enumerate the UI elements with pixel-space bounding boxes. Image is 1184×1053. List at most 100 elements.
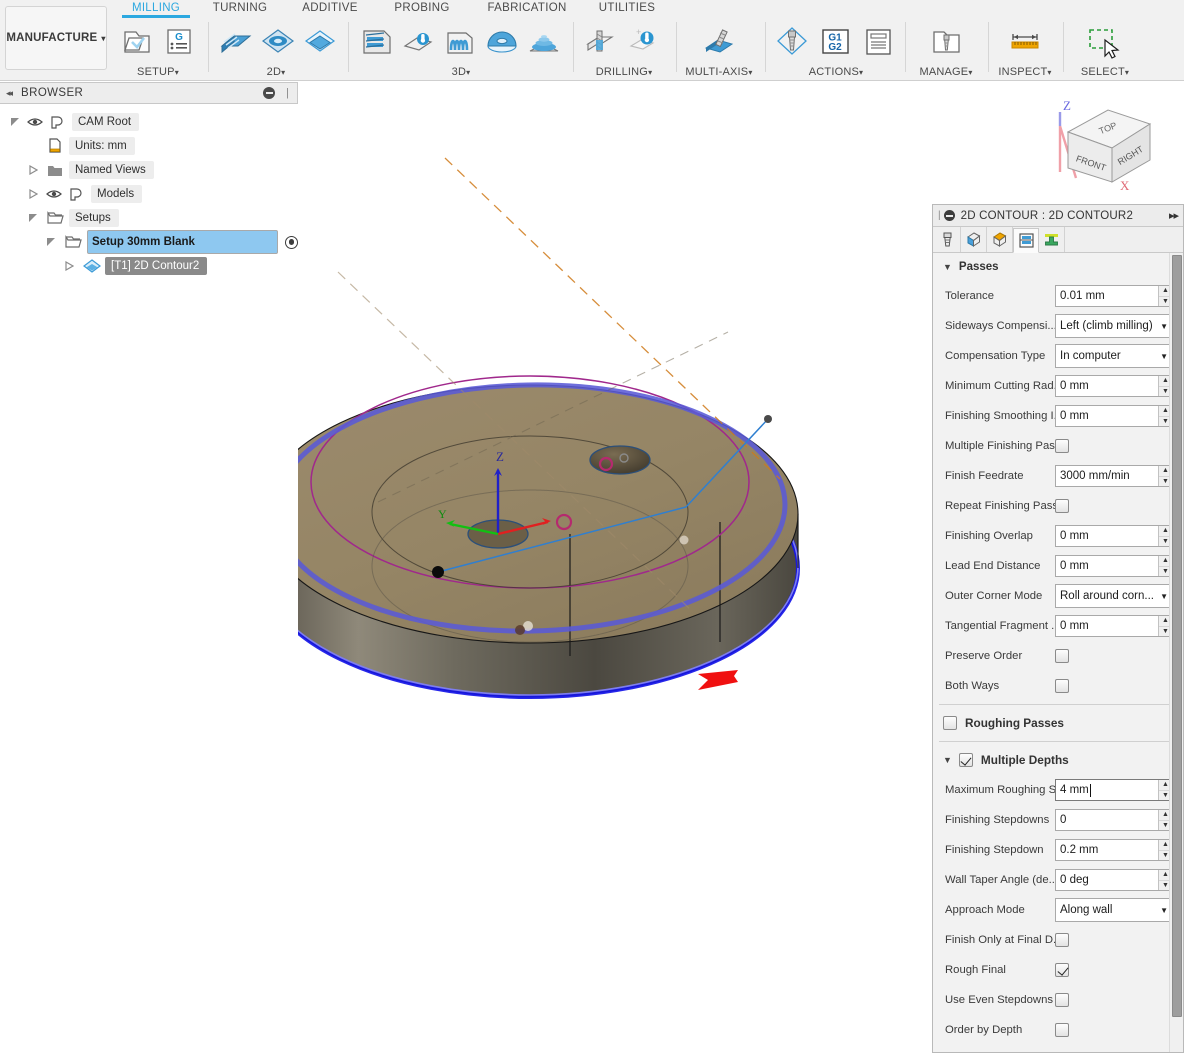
probe-icon[interactable]: + [622, 22, 662, 60]
input-finishing-overlap[interactable]: 0 mm ▲ ▼ [1055, 525, 1173, 547]
tree-item-named-views[interactable]: Named Views [0, 158, 298, 182]
probe-wcs-icon[interactable] [398, 22, 438, 60]
tree-item-cam-root[interactable]: CAM Root [0, 110, 298, 134]
tab-passes[interactable] [1013, 228, 1039, 253]
input-wall-taper-angle[interactable]: 0 deg ▲ ▼ [1055, 869, 1173, 891]
tab-tool[interactable] [935, 227, 961, 252]
panel-scrollbar-track[interactable] [1169, 253, 1183, 1052]
checkbox-preserve-order[interactable] [1055, 649, 1069, 663]
section-header-multiple-depths[interactable]: ▼ Multiple Depths [933, 745, 1183, 775]
tree-item-models[interactable]: Models [0, 182, 298, 206]
visibility-eye-icon[interactable] [46, 188, 62, 200]
checkbox-both-ways[interactable] [1055, 679, 1069, 693]
2d-adaptive-clearing-icon[interactable] [258, 22, 298, 60]
select-outer-corner-mode[interactable]: Roll around corn... ▼ [1055, 584, 1173, 608]
input-maximum-roughing-stepdown[interactable]: 4 mm ▲ ▼ [1055, 779, 1173, 801]
panel-expand-icon[interactable]: ▸▸ [1169, 209, 1179, 222]
drill-icon[interactable] [580, 22, 620, 60]
manual-nc-icon[interactable] [772, 22, 812, 60]
select-compensation-type[interactable]: In computer ▼ [1055, 344, 1173, 368]
tool-library-icon[interactable] [926, 22, 966, 60]
ribbon-divider [765, 22, 766, 72]
field-finishing-smoothing: Finishing Smoothing I... 0 mm ▲ ▼ [933, 401, 1183, 431]
panel-scrollbar-thumb[interactable] [1172, 255, 1182, 1017]
checkbox-repeat-finishing-pass[interactable] [1055, 499, 1069, 513]
input-lead-end-distance[interactable]: 0 mm ▲ ▼ [1055, 555, 1173, 577]
tree-item-setup-30mm-blank[interactable]: Setup 30mm Blank [0, 230, 298, 254]
browser-grip-icon[interactable]: | [286, 87, 289, 99]
value-tangential-fragment: 0 mm [1056, 616, 1158, 636]
select-sideways-compensation[interactable]: Left (climb milling) ▼ [1055, 314, 1173, 338]
input-minimum-cutting-radius[interactable]: 0 mm ▲ ▼ [1055, 375, 1173, 397]
field-finish-only-at-final-depth: Finish Only at Final D... [933, 925, 1183, 955]
label-order-by-depth: Order by Depth [945, 1024, 1023, 1036]
select-window-icon[interactable] [1081, 22, 1121, 60]
input-finishing-stepdown[interactable]: 0.2 mm ▲ ▼ [1055, 839, 1173, 861]
setup-active-radio[interactable] [285, 235, 298, 249]
browser-minimize-icon[interactable] [263, 87, 275, 99]
expand-triangle-down-icon[interactable] [10, 117, 20, 127]
tab-heights[interactable] [987, 227, 1013, 252]
expand-triangle-right-icon[interactable] [28, 189, 38, 199]
tab-utilities[interactable]: UTILITIES [588, 2, 666, 14]
panel-title-bar[interactable]: | 2D CONTOUR : 2D CONTOUR2 ▸▸ [933, 205, 1183, 227]
point-marker-1 [679, 535, 689, 545]
field-compensation-type: Compensation Type In computer ▼ [933, 341, 1183, 371]
view-cube[interactable]: Z X TOP FRONT RIGHT [1046, 90, 1176, 195]
label-outer-corner-mode: Outer Corner Mode [945, 590, 1043, 602]
visibility-eye-icon[interactable] [27, 116, 43, 128]
tab-additive[interactable]: ADDITIVE [294, 2, 366, 14]
checkbox-use-even-stepdowns[interactable] [1055, 993, 1069, 1007]
select-approach-mode[interactable]: Along wall ▼ [1055, 898, 1173, 922]
checkbox-finish-only-at-final-depth[interactable] [1055, 933, 1069, 947]
ribbon-toolbar: MANUFACTURE ▾ MILLING TURNING ADDITIVE P… [0, 0, 1184, 81]
tab-turning[interactable]: TURNING [205, 2, 275, 14]
setup-sheet-icon[interactable] [858, 22, 898, 60]
ribbon-group-manage: MANAGE▾ [912, 18, 980, 78]
label-approach-mode: Approach Mode [945, 904, 1025, 916]
checkbox-multiple-finishing-passes[interactable] [1055, 439, 1069, 453]
spiral-icon[interactable] [524, 22, 564, 60]
tab-geometry[interactable] [961, 227, 987, 252]
multi-axis-contour-icon[interactable] [699, 22, 739, 60]
tree-item-setups[interactable]: Setups [0, 206, 298, 230]
section-title-passes: Passes [958, 261, 999, 273]
expand-triangle-right-icon[interactable] [64, 261, 74, 271]
collapse-browser-icon[interactable]: ◂◂ [6, 88, 13, 99]
input-tangential-fragment[interactable]: 0 mm ▲ ▼ [1055, 615, 1173, 637]
field-preserve-order: Preserve Order [933, 641, 1183, 671]
tree-item-2d-contour2[interactable]: [T1] 2D Contour2 [0, 254, 298, 278]
setup-icon[interactable] [117, 22, 157, 60]
input-finish-feedrate[interactable]: 3000 mm/min ▲ ▼ [1055, 465, 1173, 487]
expand-triangle-right-icon[interactable] [28, 165, 38, 175]
tab-milling[interactable]: MILLING [122, 2, 190, 18]
section-header-passes[interactable]: ▼ Passes [933, 253, 1183, 281]
measure-icon[interactable] [1005, 22, 1045, 60]
panel-scroll-area[interactable]: ▼ Passes Tolerance 0.01 mm ▲ ▼ Sideways C… [933, 253, 1183, 1052]
tree-item-units[interactable]: Units: mm [0, 134, 298, 158]
tab-probing[interactable]: PROBING [385, 2, 459, 14]
g1g2-post-process-icon[interactable]: G1 G2 [815, 22, 855, 60]
label-both-ways: Both Ways [945, 680, 1000, 692]
face-icon[interactable] [216, 22, 256, 60]
section-header-roughing-passes[interactable]: Roughing Passes [933, 708, 1183, 738]
tab-fabrication[interactable]: FABRICATION [480, 2, 574, 14]
parallel-3d-icon[interactable] [440, 22, 480, 60]
generate-nc-program-icon[interactable]: G [159, 22, 199, 60]
checkbox-multiple-depths[interactable] [958, 753, 973, 767]
input-finishing-stepdowns[interactable]: 0 ▲ ▼ [1055, 809, 1173, 831]
panel-collapse-icon[interactable] [943, 210, 955, 221]
2d-contour-icon[interactable] [356, 22, 396, 60]
input-finishing-smoothing[interactable]: 0 mm ▲ ▼ [1055, 405, 1173, 427]
scallop-icon[interactable] [482, 22, 522, 60]
panel-grip-icon[interactable]: | [938, 210, 941, 221]
2d-pocket-icon[interactable] [300, 22, 340, 60]
expand-triangle-down-icon[interactable] [46, 237, 56, 247]
input-tolerance[interactable]: 0.01 mm ▲ ▼ [1055, 285, 1173, 307]
expand-triangle-down-icon[interactable] [28, 213, 38, 223]
field-finishing-stepdowns: Finishing Stepdowns 0 ▲ ▼ [933, 805, 1183, 835]
checkbox-order-by-depth[interactable] [1055, 1023, 1069, 1037]
tab-linking[interactable] [1039, 227, 1065, 252]
checkbox-rough-final[interactable] [1055, 963, 1069, 977]
checkbox-roughing-passes[interactable] [943, 716, 957, 730]
